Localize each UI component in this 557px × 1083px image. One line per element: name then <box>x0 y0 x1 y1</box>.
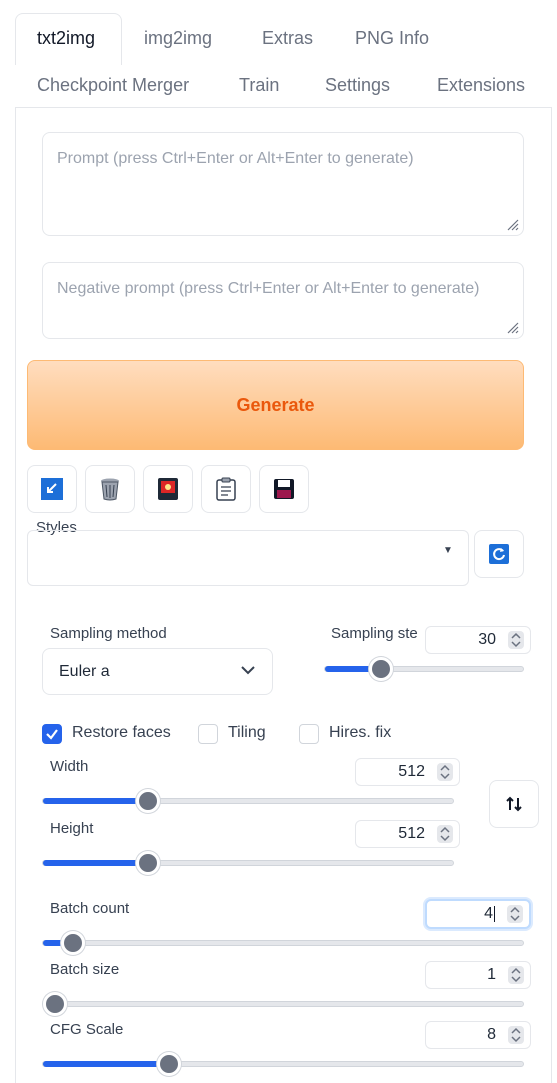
batch-size-input[interactable]: 1 <box>425 961 531 989</box>
tab-png-info[interactable]: PNG Info <box>355 28 429 49</box>
stepper-icon[interactable] <box>508 631 524 649</box>
sampling-steps-slider[interactable] <box>324 657 524 681</box>
extra-networks-button[interactable] <box>143 465 193 513</box>
arrow-icon <box>41 478 63 500</box>
negative-prompt-placeholder: Negative prompt (press Ctrl+Enter or Alt… <box>57 280 480 297</box>
tiling-checkbox[interactable] <box>198 724 218 744</box>
tab-train[interactable]: Train <box>239 75 279 96</box>
read-params-button[interactable] <box>27 465 77 513</box>
batch-size-slider[interactable] <box>42 992 524 1016</box>
swap-arrows-icon <box>506 796 522 812</box>
negative-prompt-textarea[interactable]: Negative prompt (press Ctrl+Enter or Alt… <box>42 262 524 339</box>
resize-grip-icon[interactable] <box>505 217 519 231</box>
tab-extensions[interactable]: Extensions <box>437 75 525 96</box>
batch-count-value: 4 <box>484 905 493 922</box>
styles-dropdown[interactable] <box>27 530 469 586</box>
stepper-icon[interactable] <box>508 966 524 984</box>
caret-down-icon: ▼ <box>443 545 453 556</box>
prompt-placeholder: Prompt (press Ctrl+Enter or Alt+Enter to… <box>57 150 414 167</box>
sampling-method-value: Euler a <box>59 662 110 680</box>
tab-extras[interactable]: Extras <box>262 28 313 49</box>
slider-fill <box>43 798 148 804</box>
slider-thumb[interactable] <box>136 851 160 875</box>
chevron-down-icon <box>241 666 255 675</box>
hires-fix-checkbox[interactable] <box>299 724 319 744</box>
height-input[interactable]: 512 <box>355 820 460 848</box>
swap-dimensions-button[interactable] <box>489 780 539 828</box>
restore-faces-checkbox[interactable] <box>42 724 62 744</box>
slider-thumb[interactable] <box>369 657 393 681</box>
width-input[interactable]: 512 <box>355 758 460 786</box>
sampling-steps-label: Sampling ste <box>331 625 418 642</box>
refresh-styles-button[interactable] <box>474 530 524 578</box>
sampling-steps-value: 30 <box>478 631 496 648</box>
tab-img2img[interactable]: img2img <box>144 28 212 49</box>
slider-thumb[interactable] <box>61 931 85 955</box>
generate-label: Generate <box>236 394 315 415</box>
height-value: 512 <box>398 825 425 842</box>
slider-fill <box>43 1061 169 1067</box>
sampling-steps-input[interactable]: 30 <box>425 626 531 654</box>
sampling-method-select[interactable]: Euler a <box>42 648 273 695</box>
text-cursor <box>494 905 495 922</box>
height-label: Height <box>50 820 94 837</box>
slider-fill <box>43 860 148 866</box>
txt2img-panel <box>15 107 552 1083</box>
clear-prompt-button[interactable] <box>85 465 135 513</box>
cfg-scale-slider[interactable] <box>42 1052 524 1076</box>
slider-thumb[interactable] <box>136 789 160 813</box>
refresh-icon <box>489 544 509 564</box>
batch-size-value: 1 <box>487 966 496 983</box>
width-slider[interactable] <box>42 789 454 813</box>
slider-thumb[interactable] <box>157 1052 181 1076</box>
tab-settings[interactable]: Settings <box>325 75 390 96</box>
paste-button[interactable] <box>201 465 251 513</box>
cfg-scale-value: 8 <box>487 1026 496 1043</box>
height-slider[interactable] <box>42 851 454 875</box>
save-style-button[interactable] <box>259 465 309 513</box>
clipboard-icon <box>216 477 236 501</box>
batch-count-slider[interactable] <box>42 931 524 955</box>
batch-count-label: Batch count <box>50 900 130 917</box>
batch-count-input[interactable]: 4 <box>425 899 531 929</box>
width-label: Width <box>50 758 89 775</box>
tiling-label: Tiling <box>228 724 266 741</box>
restore-faces-label: Restore faces <box>72 724 171 741</box>
check-icon <box>46 729 58 740</box>
save-icon <box>274 479 294 499</box>
sampling-method-label: Sampling method <box>50 625 167 642</box>
resize-grip-icon[interactable] <box>505 320 519 334</box>
generate-button[interactable]: Generate <box>27 360 524 450</box>
trash-icon <box>101 478 119 501</box>
tab-txt2img[interactable]: txt2img <box>37 28 95 49</box>
prompt-textarea[interactable]: Prompt (press Ctrl+Enter or Alt+Enter to… <box>42 132 524 236</box>
width-value: 512 <box>398 763 425 780</box>
card-icon <box>158 478 178 500</box>
hires-fix-label: Hires. fix <box>329 724 392 741</box>
tab-checkpoint-merger[interactable]: Checkpoint Merger <box>37 75 189 96</box>
stepper-icon[interactable] <box>508 1026 524 1044</box>
cfg-scale-input[interactable]: 8 <box>425 1021 531 1049</box>
stepper-icon[interactable] <box>507 905 523 923</box>
stepper-icon[interactable] <box>437 825 453 843</box>
slider-thumb[interactable] <box>43 992 67 1016</box>
cfg-scale-label: CFG Scale <box>50 1021 124 1038</box>
batch-size-label: Batch size <box>50 961 120 978</box>
stepper-icon[interactable] <box>437 763 453 781</box>
